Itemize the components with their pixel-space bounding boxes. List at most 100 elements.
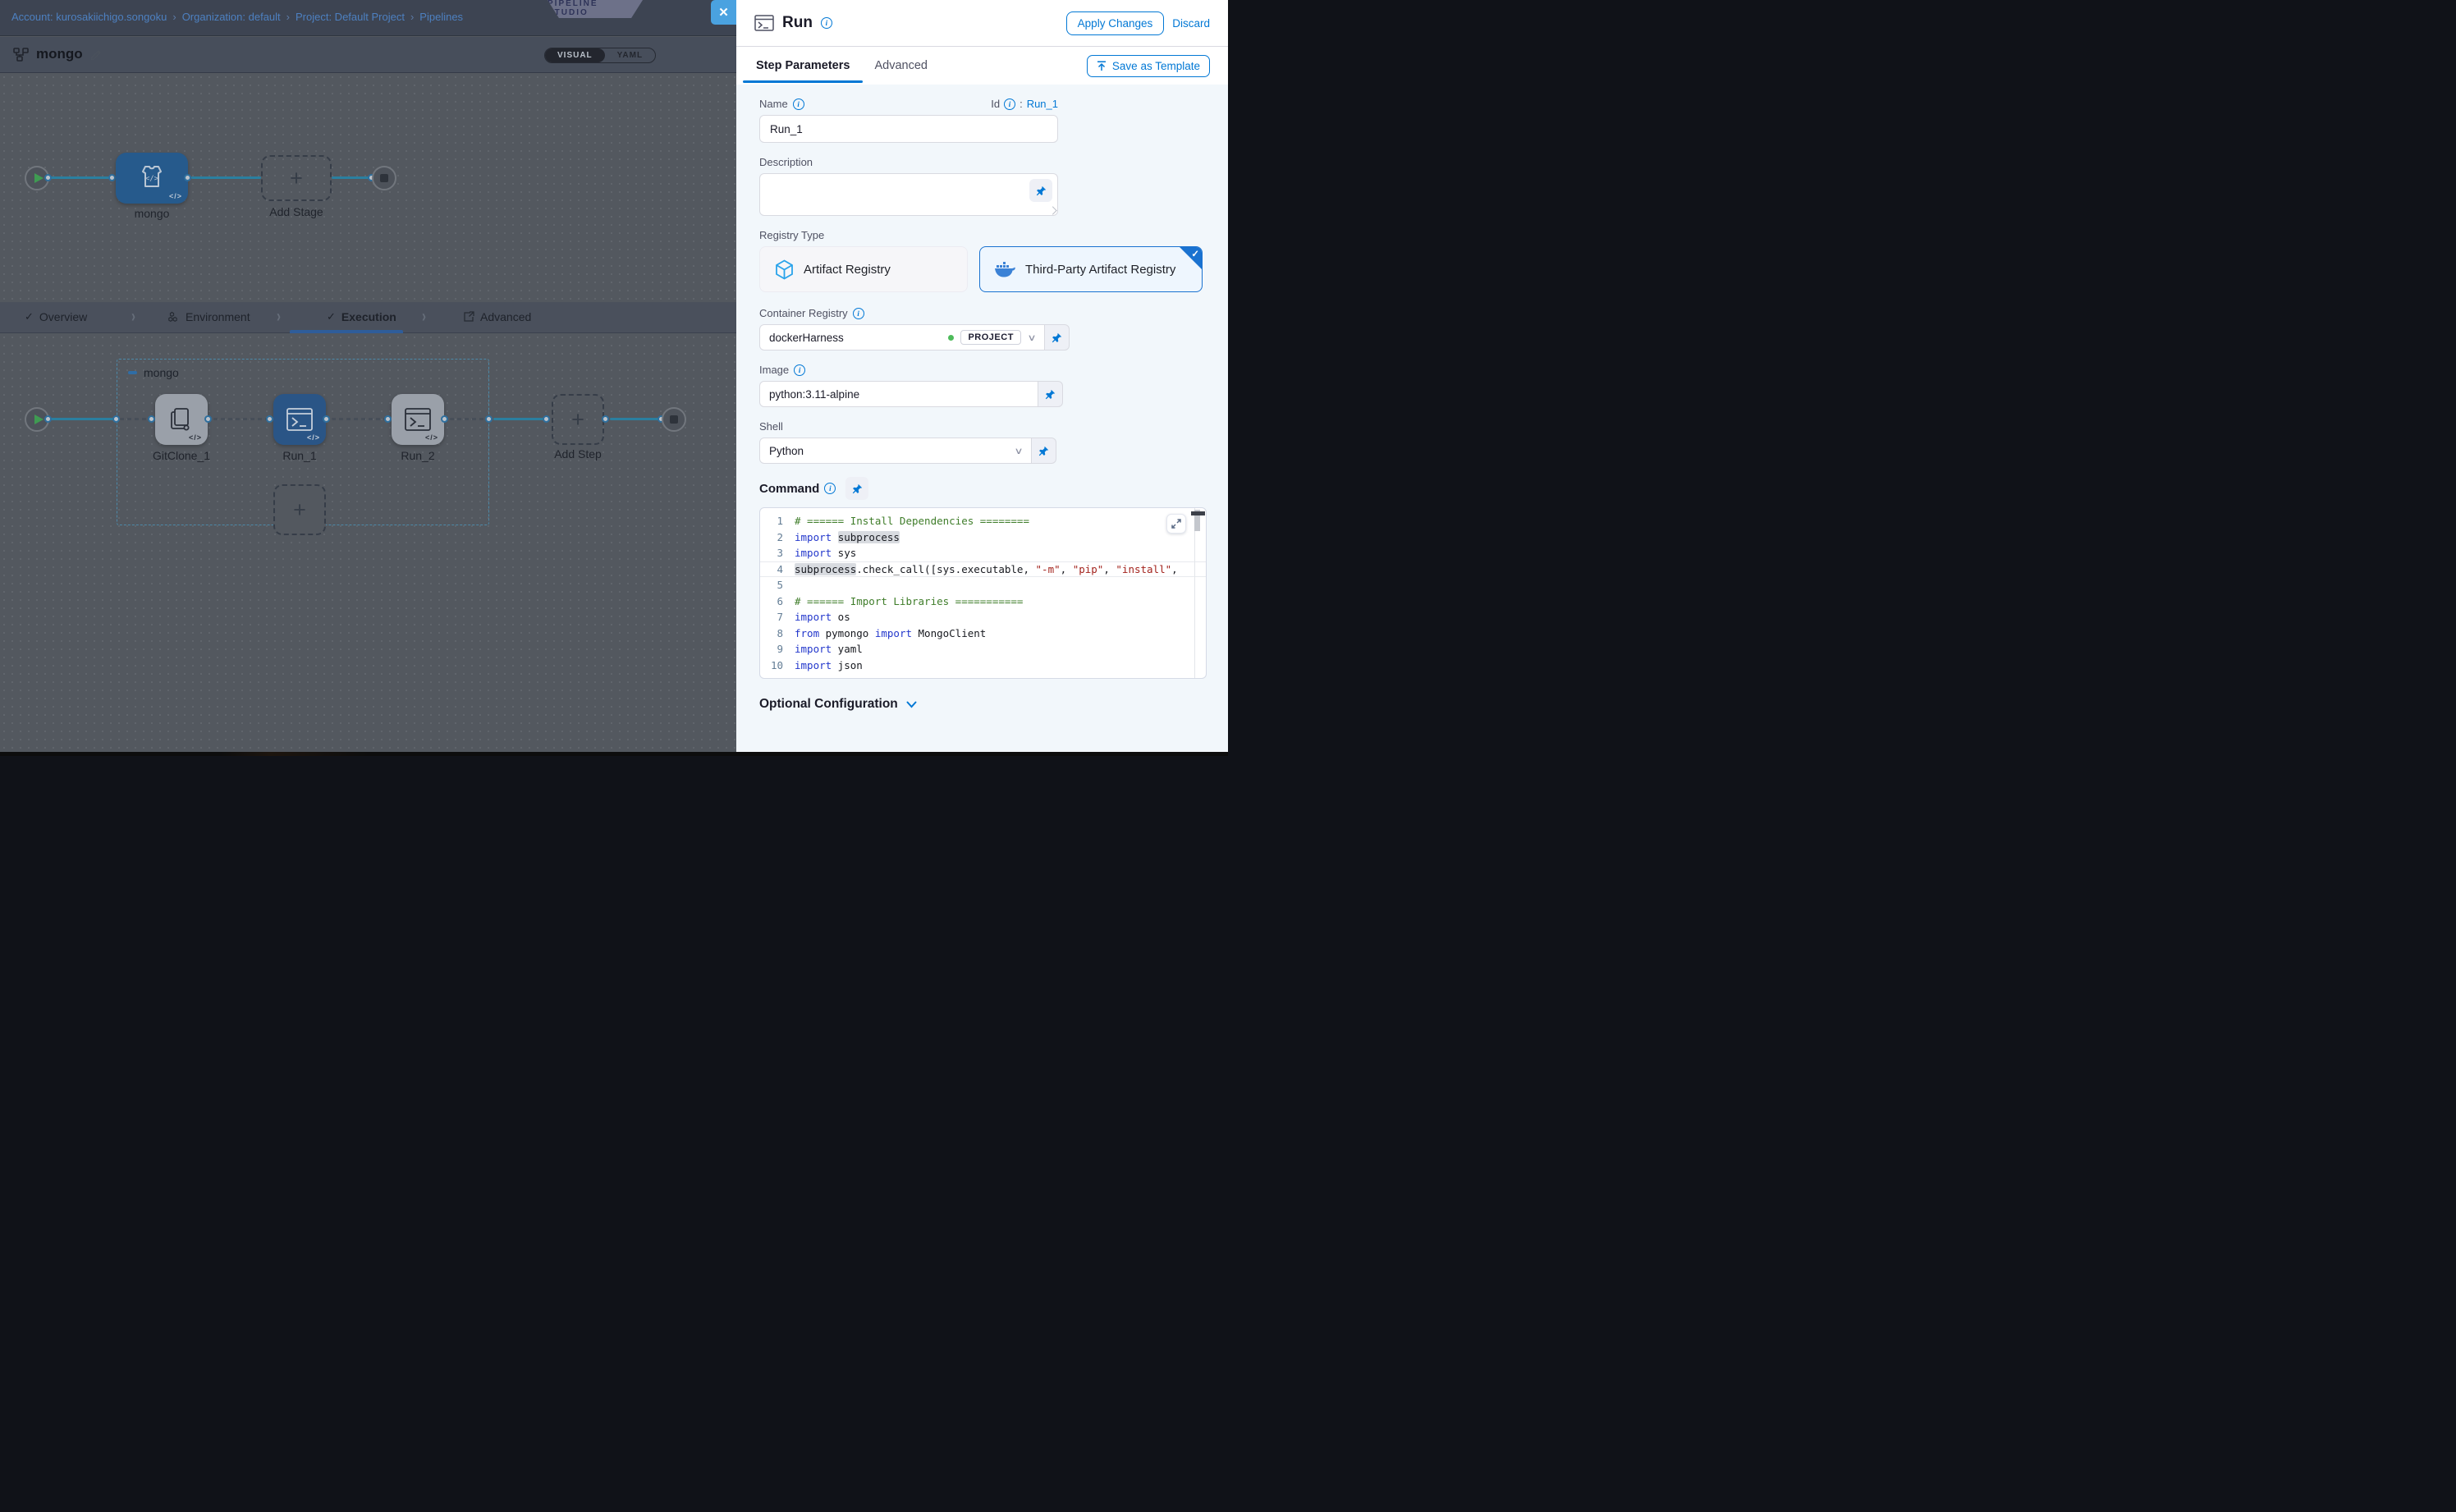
environment-icon [167, 311, 180, 323]
info-icon[interactable]: i [824, 483, 836, 494]
pin-toggle-button[interactable] [1038, 381, 1063, 407]
breadcrumb-organization[interactable]: Organization: default [182, 11, 281, 23]
tab-advanced-label: Advanced [480, 310, 531, 323]
port-dot [148, 415, 155, 423]
port-dot [384, 415, 392, 423]
stop-icon [380, 174, 388, 182]
step-id: Id i : Run_1 [991, 98, 1058, 110]
shell-select[interactable]: Python ∨ [759, 438, 1032, 464]
step-node-run2[interactable]: </> [392, 394, 444, 445]
connector [332, 176, 373, 179]
pipeline-end-node[interactable] [372, 166, 396, 190]
code-line[interactable]: 5 [760, 577, 1206, 593]
chevron-down-icon[interactable]: ∨ [1014, 446, 1023, 456]
pin-icon[interactable] [1029, 179, 1052, 202]
tab-advanced-panel[interactable]: Advanced [873, 48, 929, 83]
breadcrumb-project[interactable]: Project: Default Project [296, 11, 405, 23]
add-step-button[interactable]: + [552, 394, 604, 445]
connector [191, 176, 261, 179]
port-dot [323, 415, 330, 423]
step-label: Run_2 [401, 449, 434, 462]
registry-type-label: Registry Type [759, 229, 1228, 241]
save-as-template-label: Save as Template [1112, 60, 1200, 72]
code-line[interactable]: 3import sys [760, 545, 1206, 561]
advanced-icon [463, 311, 474, 323]
pin-toggle-button[interactable] [1045, 324, 1070, 351]
editor-scrollbar-track[interactable] [1194, 508, 1195, 678]
code-line[interactable]: 2import subprocess [760, 529, 1206, 546]
tab-environment[interactable]: Environment [167, 310, 250, 323]
port-dot [266, 415, 273, 423]
optional-configuration-toggle[interactable]: Optional Configuration [759, 697, 1228, 712]
pin-icon[interactable] [845, 477, 868, 500]
port-dot [204, 415, 212, 423]
command-editor[interactable]: 1# ====== Install Dependencies ========2… [759, 507, 1207, 679]
save-as-template-button[interactable]: Save as Template [1087, 55, 1210, 77]
add-parallel-step-button[interactable]: + [273, 484, 326, 535]
image-input[interactable]: python:3.11-alpine [759, 381, 1038, 407]
panel-tabs: Step Parameters Advanced Save as Templat… [736, 47, 1228, 85]
execution-end-node[interactable] [662, 407, 686, 432]
stage-group-label: mongo [144, 366, 179, 379]
toggle-visual[interactable]: VISUAL [545, 48, 605, 62]
info-icon[interactable]: i [1004, 99, 1015, 110]
step-node-run1[interactable]: </> [273, 394, 326, 445]
code-line[interactable]: 1# ====== Install Dependencies ======== [760, 513, 1206, 529]
registry-option-artifact[interactable]: Artifact Registry [759, 246, 968, 292]
edit-pencil-icon[interactable] [90, 49, 101, 60]
stage-node-mongo[interactable]: </> </> [116, 153, 188, 204]
editor-scrollbar-handle[interactable] [1191, 511, 1205, 515]
name-input[interactable] [759, 115, 1058, 143]
container-registry-select[interactable]: dockerHarness PROJECT ∨ [759, 324, 1045, 351]
plus-icon: + [571, 409, 584, 431]
code-line[interactable]: 9import yaml [760, 641, 1206, 657]
add-stage-button[interactable]: + [261, 155, 332, 201]
breadcrumb-account[interactable]: Account: kurosakiichigo.songoku [11, 11, 167, 23]
step-node-gitclone[interactable]: </> [155, 394, 208, 445]
toggle-yaml[interactable]: YAML [605, 48, 655, 62]
discard-button[interactable]: Discard [1172, 17, 1210, 30]
stage-group-header[interactable]: mongo [128, 366, 179, 379]
tab-overview[interactable]: ✓ Overview [25, 310, 87, 323]
code-line[interactable]: 10import json [760, 657, 1206, 674]
description-input[interactable] [759, 173, 1058, 216]
tab-advanced[interactable]: Advanced [463, 310, 531, 323]
chevron-down-icon[interactable]: ∨ [1027, 332, 1036, 343]
breadcrumb: Account: kurosakiichigo.songoku › Organi… [11, 11, 463, 23]
connector-dotted [450, 418, 486, 420]
pipeline-icon [13, 48, 29, 62]
pipeline-studio-badge: PIPELINE STUDIO [548, 0, 643, 18]
tab-step-parameters[interactable]: Step Parameters [754, 48, 851, 83]
close-drawer-button[interactable]: ✕ [711, 0, 736, 25]
info-icon[interactable]: i [821, 17, 832, 29]
id-label: Id [991, 98, 1000, 110]
port-dot [543, 415, 550, 423]
code-line[interactable]: 6# ====== Import Libraries =========== [760, 593, 1206, 610]
docker-icon [995, 261, 1015, 277]
upload-icon [1097, 61, 1107, 71]
breadcrumb-pipelines[interactable]: Pipelines [419, 11, 463, 23]
registry-option-label: Third-Party Artifact Registry [1025, 263, 1175, 277]
expand-editor-button[interactable] [1166, 514, 1186, 534]
registry-option-third-party[interactable]: Third-Party Artifact Registry ✓ [979, 246, 1203, 292]
screen-bottom-edge [0, 752, 1228, 756]
visual-yaml-toggle[interactable]: VISUAL YAML [544, 48, 656, 63]
info-icon[interactable]: i [793, 99, 804, 110]
tab-overview-label: Overview [39, 310, 87, 323]
code-line[interactable]: 7import os [760, 609, 1206, 625]
pin-toggle-button[interactable] [1032, 438, 1056, 464]
code-badge: </> [189, 433, 202, 442]
shell-label: Shell [759, 420, 1228, 433]
command-editor-lines: 1# ====== Install Dependencies ========2… [760, 513, 1206, 673]
apply-changes-button[interactable]: Apply Changes [1066, 11, 1165, 35]
info-icon[interactable]: i [794, 364, 805, 376]
collapse-minus-icon[interactable] [128, 371, 137, 374]
tab-execution[interactable]: ✓ Execution [327, 310, 396, 323]
code-badge: </> [425, 433, 438, 442]
info-icon[interactable]: i [853, 308, 864, 319]
code-line[interactable]: 4subprocess.check_call([sys.executable, … [760, 561, 1206, 578]
breadcrumb-separator: › [410, 11, 414, 23]
chevron-right-icon: › [277, 307, 281, 327]
code-line[interactable]: 8from pymongo import MongoClient [760, 625, 1206, 642]
port-dot [485, 415, 493, 423]
